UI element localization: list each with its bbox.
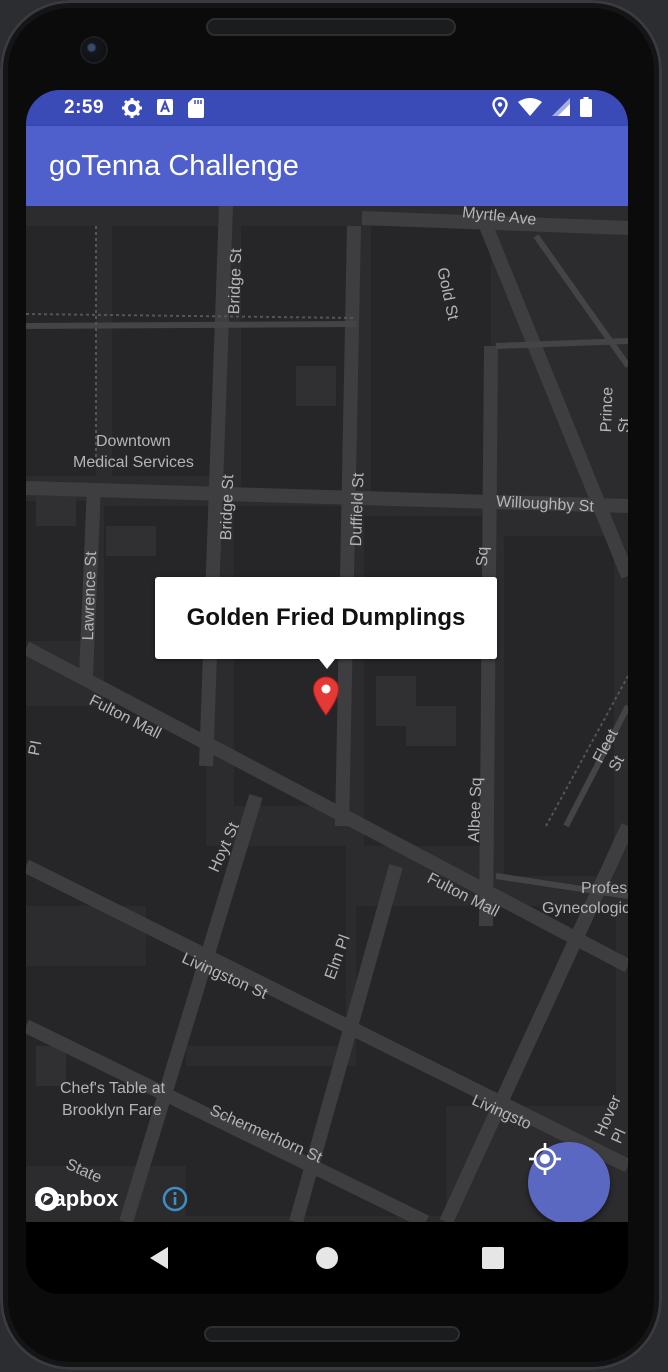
app-title: goTenna Challenge: [49, 150, 299, 182]
label-bridge-st-mid: Bridge St: [218, 474, 238, 541]
sd-card-icon: [188, 98, 204, 124]
phone-frame: 2:59 goTenna Challenge Myrtle Ave Gold S…: [0, 0, 662, 1370]
label-schermerhorn-st: Schermerhorn St: [207, 1102, 325, 1167]
label-downtown-1: Downtown: [96, 433, 171, 450]
label-hoyt-st: Hoyt St: [206, 820, 243, 875]
label-sq: Sq: [474, 546, 492, 567]
label-livingston-st-right: Livingsto: [469, 1092, 534, 1134]
a-icon: [156, 98, 174, 124]
recents-icon[interactable]: [482, 1247, 504, 1274]
signal-icon: [552, 98, 570, 122]
my-location-button[interactable]: [528, 1142, 610, 1222]
status-time: 2:59: [64, 97, 105, 118]
label-gold-st: Gold St: [433, 266, 462, 322]
mapbox-logo[interactable]: mapbox: [34, 1186, 118, 1212]
label-fleet-st: Fleet St: [590, 726, 628, 775]
map-view[interactable]: Myrtle Ave Gold St Bridge St Prince St D…: [26, 206, 628, 1222]
app-bar: goTenna Challenge: [26, 126, 628, 206]
label-chefs-2: Brooklyn Fare: [62, 1102, 162, 1119]
label-myrtle-ave: Myrtle Ave: [461, 206, 538, 229]
mapbox-mark-icon: [35, 1187, 59, 1211]
label-profes: Profes: [581, 880, 628, 897]
label-prince-st: Prince St: [598, 386, 628, 434]
my-location-icon: [529, 1143, 561, 1175]
back-icon[interactable]: [148, 1246, 170, 1275]
home-icon[interactable]: [315, 1246, 339, 1275]
label-chefs-1: Chef's Table at: [60, 1080, 166, 1097]
label-albee-sq: Albee Sq: [466, 777, 486, 843]
label-livingston-st-left: Livingston St: [179, 950, 270, 1003]
earpiece-speaker: [206, 18, 456, 36]
location-icon: [492, 96, 508, 123]
info-window-tail: [319, 659, 335, 669]
system-nav-bar: [26, 1222, 628, 1294]
front-camera: [82, 38, 106, 62]
status-bar: 2:59: [26, 90, 628, 126]
label-lawrence-st: Lawrence St: [80, 551, 101, 641]
wifi-icon: [518, 98, 542, 122]
bottom-speaker: [204, 1326, 460, 1342]
label-pl-left: PI: [26, 739, 46, 757]
label-downtown-2: Medical Services: [73, 454, 194, 471]
label-bridge-st-top: Bridge St: [226, 248, 246, 315]
battery-icon: [580, 97, 592, 123]
marker-title: Golden Fried Dumplings: [186, 604, 466, 631]
label-willoughby-st: Willoughby St: [495, 493, 595, 516]
label-fulton-mall-right: Fulton Mall: [424, 870, 502, 921]
label-duffield-st: Duffield St: [348, 472, 368, 547]
label-state-st: State: [63, 1156, 105, 1187]
label-fulton-mall-left: Fulton Mall: [86, 692, 164, 743]
label-hover-pl: Hover Pl: [592, 1093, 628, 1147]
device-screen: 2:59 goTenna Challenge Myrtle Ave Gold S…: [26, 90, 628, 1294]
label-gynecologic: Gynecologic: [542, 900, 628, 917]
settings-icon: [122, 98, 142, 124]
marker-info-window[interactable]: Golden Fried Dumplings: [155, 577, 497, 659]
label-elm-pl: Elm Pl: [322, 932, 354, 982]
